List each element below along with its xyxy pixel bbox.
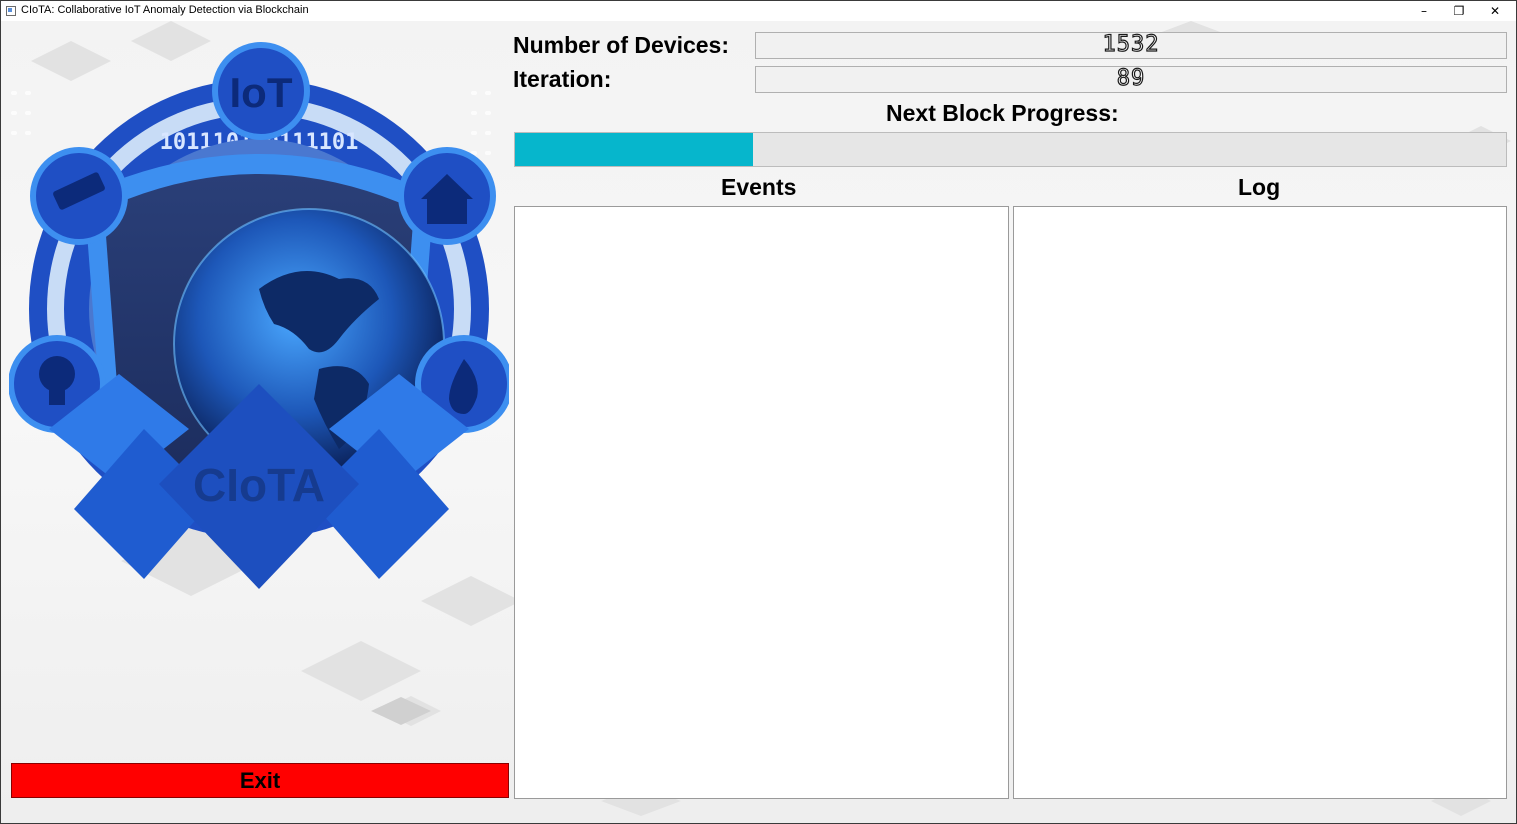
iteration-display: 89 (755, 66, 1507, 93)
minimize-button[interactable]: – (1407, 1, 1441, 21)
camera-icon (30, 147, 128, 245)
log-title: Log (1238, 174, 1281, 200)
window-title: CIoTA: Collaborative IoT Anomaly Detecti… (21, 4, 309, 16)
events-title: Events (721, 174, 797, 200)
iot-badge: IoT (212, 42, 310, 140)
restore-button[interactable]: ❐ (1442, 1, 1476, 21)
devices-label: Number of Devices: (513, 32, 730, 58)
iteration-value: 89 (1116, 66, 1146, 91)
home-icon (398, 147, 496, 245)
ciota-logo-text: CIoTA (193, 459, 325, 511)
events-list[interactable] (514, 206, 1009, 799)
app-window: CIoTA: Collaborative IoT Anomaly Detecti… (0, 0, 1517, 824)
client-area: 1011101 0111101 IoT (1, 21, 1516, 823)
app-icon (6, 6, 16, 16)
ciota-logo: 1011101 0111101 IoT (9, 42, 509, 589)
iteration-label: Iteration: (513, 66, 612, 92)
log-list[interactable] (1013, 206, 1507, 799)
title-bar[interactable]: CIoTA: Collaborative IoT Anomaly Detecti… (1, 1, 1516, 21)
devices-display: 1532 (755, 32, 1507, 59)
devices-value: 1532 (1102, 32, 1160, 57)
close-button[interactable]: ✕ (1478, 1, 1512, 21)
exit-button[interactable]: Exit (11, 763, 509, 798)
next-block-progress-bar (514, 132, 1507, 167)
progress-fill (515, 133, 753, 166)
progress-label: Next Block Progress: (886, 100, 1119, 126)
iot-badge-text: IoT (230, 69, 293, 116)
